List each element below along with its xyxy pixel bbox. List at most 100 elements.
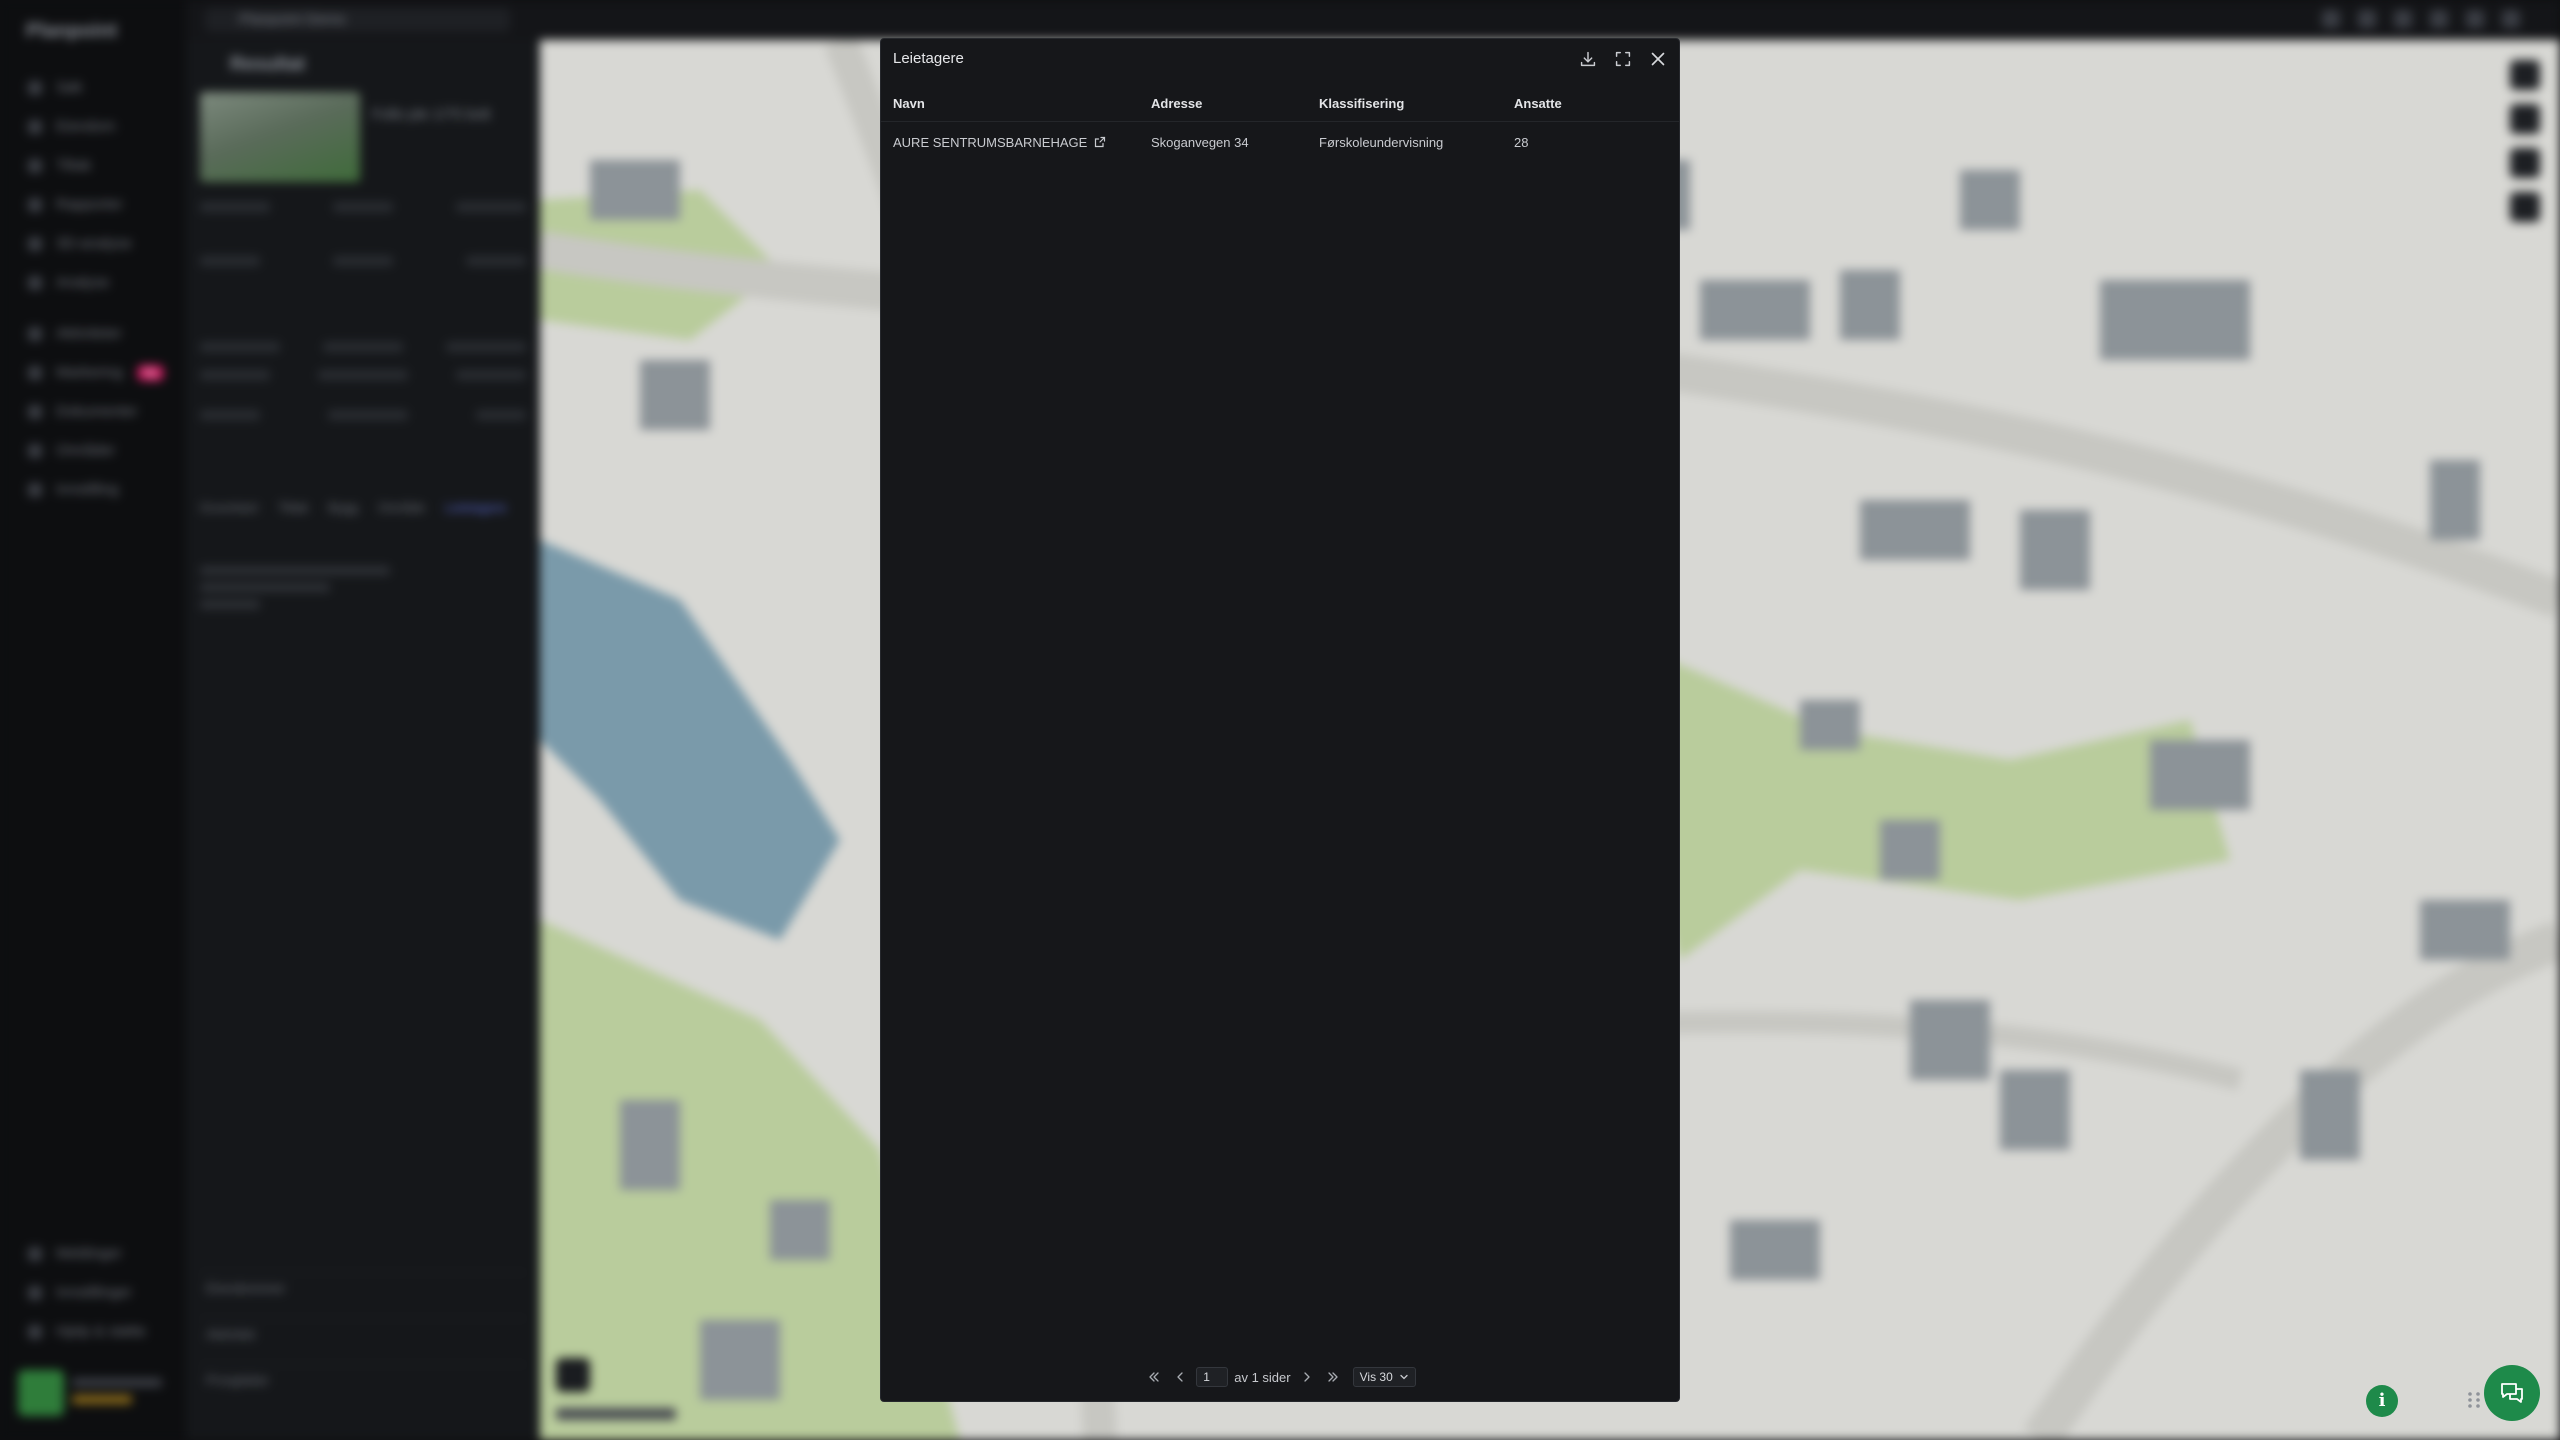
nav-item[interactable]: Søk — [28, 68, 164, 107]
panel-footer-row[interactable]: Aktivitet — [200, 1318, 526, 1348]
nav-item[interactable]: 3D-analyse — [28, 224, 164, 263]
nav-item[interactable]: Rapporter — [28, 185, 164, 224]
nav-icon — [28, 326, 42, 341]
panel-stats — [200, 342, 526, 352]
panel-tabs: Grunnkart Tiltak Bygg Område Leietagere — [200, 500, 506, 515]
result-panel: Resultat Follo ple 1/75 bolt Grunnkart T… — [186, 40, 540, 1440]
panel-list-item[interactable] — [200, 566, 520, 617]
nav-icon — [28, 158, 42, 173]
nav-icon — [28, 80, 42, 95]
page-size-select[interactable]: Vis 30 — [1352, 1367, 1416, 1387]
map-scale-bar — [556, 1408, 676, 1420]
nav-item[interactable]: Markering Ny — [28, 353, 165, 392]
panel-stats — [200, 256, 526, 266]
nav-item[interactable]: Analyse — [28, 263, 164, 302]
dialog-header: Leietagere — [881, 39, 1679, 79]
nav-item[interactable]: Hjelp & støtte — [28, 1312, 146, 1351]
tenant-address-cell: Skoganvegen 34 — [1151, 134, 1249, 150]
map-tool-button[interactable] — [2510, 60, 2540, 90]
topbar-icons — [2322, 10, 2520, 28]
nav-item[interactable]: Områder — [28, 431, 164, 470]
panel-footer-row[interactable]: Prosjekter — [200, 1364, 526, 1394]
page-size-value: Vis 30 — [1359, 1370, 1393, 1384]
nav-item[interactable]: Dokumenter — [28, 392, 164, 431]
table-row: AURE SENTRUMSBARNEHAGE Skoganvegen 34 Fø… — [881, 121, 1679, 163]
topbar-icon[interactable] — [2430, 10, 2448, 28]
info-icon: i — [2378, 1390, 2386, 1411]
next-page-icon[interactable] — [1297, 1367, 1317, 1387]
side-nav: Planpoint Søk Eiendom Tiltak Rapporter 3… — [0, 0, 186, 1440]
page-number-input[interactable] — [1196, 1367, 1229, 1387]
nav-icon — [28, 443, 42, 458]
nav-item[interactable]: Meldinger — [28, 1234, 146, 1273]
tenants-dialog: Leietagere Navn Adresse Klassifisering A… — [880, 38, 1680, 1402]
chat-icon — [2501, 1383, 2523, 1403]
column-header-adresse[interactable]: Adresse — [1151, 87, 1319, 122]
topbar-icon[interactable] — [2358, 10, 2376, 28]
nav-icon — [28, 197, 42, 212]
external-link-icon[interactable] — [1094, 136, 1106, 148]
tenant-classification-cell: Førskoleundervisning — [1319, 134, 1444, 150]
tenant-name-link[interactable]: AURE SENTRUMSBARNEHAGE — [893, 135, 1087, 150]
nav-icon — [28, 275, 42, 290]
nav-item[interactable]: Tiltak — [28, 146, 164, 185]
column-header-klassifisering[interactable]: Klassifisering — [1319, 87, 1514, 122]
nav-item[interactable]: Eiendom — [28, 107, 164, 146]
panel-tab[interactable]: Tiltak — [278, 500, 309, 515]
tenant-name-cell: AURE SENTRUMSBARNEHAGE — [881, 121, 1151, 163]
user-block[interactable] — [18, 1370, 168, 1420]
map-tool-button[interactable] — [2510, 148, 2540, 178]
previous-page-icon[interactable] — [1170, 1367, 1190, 1387]
map-toolbar — [2510, 60, 2540, 222]
topbar-icon[interactable] — [2322, 10, 2340, 28]
chevron-down-icon — [1400, 1374, 1408, 1380]
last-page-icon[interactable] — [1323, 1367, 1343, 1387]
nav-icon — [28, 1324, 42, 1339]
nav-item[interactable]: Aktiviteter — [28, 314, 164, 353]
column-header-navn[interactable]: Navn — [881, 87, 1151, 122]
panel-tab[interactable]: Bygg — [328, 500, 358, 515]
panel-address: Follo ple 1/75 bolt — [372, 106, 491, 123]
nav-icon — [28, 404, 42, 419]
nav-icon — [28, 236, 42, 251]
column-header-ansatte[interactable]: Ansatte — [1514, 87, 1679, 122]
map-tool-button[interactable] — [2510, 104, 2540, 134]
download-icon[interactable] — [1577, 48, 1599, 70]
brand-logo: Planpoint — [26, 20, 118, 42]
expand-icon[interactable] — [1612, 48, 1634, 70]
panel-title: Resultat — [230, 54, 305, 75]
topbar-icon[interactable] — [2466, 10, 2484, 28]
map-layer-button[interactable] — [556, 1358, 590, 1392]
tenant-employees-cell: 28 — [1514, 134, 1529, 150]
top-bar: Planpoint Demo — [0, 0, 2560, 40]
nav-item[interactable]: Innstilling — [28, 470, 164, 509]
page-count-label: av 1 sider — [1234, 1369, 1291, 1385]
panel-tab[interactable]: Grunnkart — [200, 500, 258, 515]
project-tab[interactable]: Planpoint Demo — [205, 8, 510, 32]
nav-icon — [28, 1285, 42, 1300]
nav-item[interactable]: Innstillinger — [28, 1273, 146, 1312]
topbar-icon[interactable] — [2502, 10, 2520, 28]
info-button[interactable]: i — [2366, 1385, 2398, 1417]
map-tool-button[interactable] — [2510, 192, 2540, 222]
nav-icon — [28, 119, 42, 134]
panel-tab[interactable]: Leietagere — [445, 500, 506, 515]
panel-stats — [200, 370, 526, 380]
chat-button[interactable] — [2484, 1365, 2540, 1421]
first-page-icon[interactable] — [1144, 1367, 1164, 1387]
nav-icon — [28, 1246, 42, 1261]
avatar — [18, 1370, 64, 1416]
close-icon[interactable] — [1647, 48, 1669, 70]
nav-bottom-list: Meldinger Innstillinger Hjelp & støtte — [28, 1234, 146, 1351]
topbar-icon[interactable] — [2394, 10, 2412, 28]
panel-stats — [200, 410, 526, 420]
drag-handle-icon[interactable] — [2466, 1388, 2482, 1412]
panel-footer-row[interactable]: Eiendommer — [200, 1272, 526, 1302]
pagination: av 1 sider Vis 30 — [881, 1365, 1679, 1389]
tenants-table: Navn Adresse Klassifisering Ansatte AURE… — [881, 87, 1679, 163]
property-thumbnail — [200, 92, 360, 182]
nav-icon — [28, 365, 42, 380]
new-badge: Ny — [136, 364, 165, 381]
dialog-title: Leietagere — [893, 50, 964, 67]
panel-tab[interactable]: Område — [378, 500, 425, 515]
